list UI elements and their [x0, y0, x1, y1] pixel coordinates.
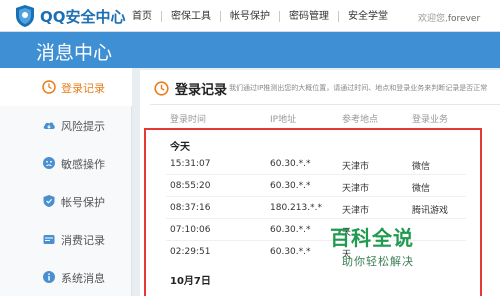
watermark-subtitle: 助你轻松解决	[342, 255, 414, 268]
cell-place: 天津市	[342, 162, 370, 172]
nav-security-tools[interactable]: 密保工具	[161, 10, 220, 22]
shield-icon	[43, 195, 55, 207]
sidebar-item-system-messages[interactable]: 系统消息	[0, 258, 132, 296]
cell-time: 07:10:06	[170, 225, 211, 235]
cell-place: 天津市	[342, 206, 370, 216]
logo-text: QQ安全中心	[40, 7, 126, 26]
column-header-time: 登录时间	[170, 115, 207, 125]
cell-ip: 60.30.*.*	[270, 225, 311, 235]
panel-title: 登录记录	[175, 83, 228, 98]
sidebar-item-label: 消费记录	[61, 234, 105, 247]
sidebar-item-label: 风险提示	[61, 120, 105, 133]
cell-ip: 180.213.*.*	[270, 203, 322, 213]
divider	[150, 104, 500, 105]
welcome-prefix: 欢迎您,	[418, 14, 448, 24]
cell-service: 微信	[412, 162, 431, 172]
clock-icon	[42, 80, 56, 94]
watermark-title: 百科全说	[330, 226, 414, 250]
row-divider	[166, 240, 466, 241]
panel-description: 我们通过IP推测出您的大概位置，请通过时间、地点和登录业务来判断记录是否正常	[229, 84, 488, 92]
column-header-ip: IP地址	[270, 115, 297, 125]
cell-time: 15:31:07	[170, 159, 211, 169]
page: QQ安全中心 首页 密保工具 帐号保护 密码管理 安全学堂 欢迎您,foreve…	[0, 0, 500, 296]
sidebar-item-sensitive-ops[interactable]: 敏感操作	[0, 144, 132, 182]
logo[interactable]: QQ安全中心	[14, 4, 126, 28]
info-icon	[43, 271, 55, 283]
sidebar-item-label: 系统消息	[61, 272, 105, 285]
cell-place: 天津市	[342, 184, 370, 194]
sidebar-item-risk-alerts[interactable]: 风险提示	[0, 106, 132, 144]
welcome-text: 欢迎您,forever	[418, 11, 480, 24]
wallet-icon	[43, 235, 55, 244]
cloud-icon	[43, 122, 55, 129]
cell-service: 微信	[412, 184, 431, 194]
main-nav: 首页 密保工具 帐号保护 密码管理 安全学堂	[124, 0, 397, 32]
cell-time: 08:37:16	[170, 203, 211, 213]
sidebar-item-purchase-records[interactable]: 消费记录	[0, 220, 132, 258]
nav-home[interactable]: 首页	[124, 11, 161, 22]
nav-account-protection[interactable]: 帐号保护	[220, 10, 279, 22]
top-nav-bar: QQ安全中心 首页 密保工具 帐号保护 密码管理 安全学堂 欢迎您,foreve…	[0, 0, 500, 32]
face-icon	[43, 157, 55, 169]
welcome-user[interactable]: forever	[448, 14, 480, 24]
column-header-place: 参考地点	[342, 115, 379, 125]
sidebar-item-label: 登录记录	[61, 82, 105, 95]
watermark: 百科全说 助你轻松解决	[330, 222, 414, 269]
cell-time: 08:55:20	[170, 181, 211, 191]
sidebar-item-login-records[interactable]: 登录记录	[0, 68, 132, 106]
cell-ip: 60.30.*.*	[270, 247, 311, 257]
sidebar-item-label: 帐号保护	[61, 196, 105, 209]
column-header-service: 登录业务	[412, 115, 449, 125]
row-divider	[166, 218, 466, 219]
sidebar-item-label: 敏感操作	[61, 158, 105, 171]
shield-logo-icon	[16, 5, 34, 27]
login-records-panel: 登录记录 我们通过IP推测出您的大概位置，请通过时间、地点和登录业务来判断记录是…	[140, 70, 500, 296]
row-divider	[166, 196, 466, 197]
nav-password-management[interactable]: 密码管理	[279, 10, 338, 22]
sidebar-item-account-protection[interactable]: 帐号保护	[0, 182, 132, 220]
group-label-oct-7: 10月7日	[170, 276, 211, 287]
page-banner: 消息中心	[0, 32, 500, 68]
clock-icon	[154, 81, 169, 96]
row-divider	[166, 174, 466, 175]
cell-time: 02:29:51	[170, 247, 211, 257]
sidebar: 登录记录 风险提示 敏感操作 帐号保护 消费记录 系统消息	[0, 68, 132, 296]
cell-ip: 60.30.*.*	[270, 159, 311, 169]
nav-security-school[interactable]: 安全学堂	[338, 10, 397, 22]
group-label-today: 今天	[170, 142, 190, 153]
cell-ip: 60.30.*.*	[270, 181, 311, 191]
cell-service: 腾讯游戏	[412, 206, 449, 216]
page-title: 消息中心	[36, 42, 113, 64]
